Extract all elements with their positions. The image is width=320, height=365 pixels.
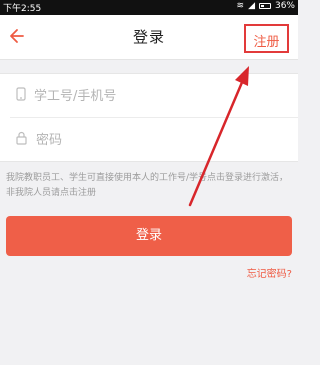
login-button[interactable]: 登录 xyxy=(6,216,292,256)
register-link[interactable]: 注册 xyxy=(246,31,287,50)
status-bar: 下午2:55 ≋ ◢ 36% xyxy=(0,0,298,15)
activation-hint: 我院教职员工、学生可直接使用本人的工作号/学号点击登录进行激活，非我院人员请点击… xyxy=(6,173,289,198)
wifi-icon: ≋ xyxy=(236,1,245,11)
lock-icon xyxy=(16,131,27,149)
status-right: ≋ ◢ 36% xyxy=(237,1,295,11)
forgot-password-link[interactable]: 忘记密码? xyxy=(247,265,292,280)
signal-icon: ◢ xyxy=(248,1,255,11)
password-row[interactable]: 密码 xyxy=(10,117,298,161)
phone-icon xyxy=(16,87,26,105)
account-row[interactable]: 学工号/手机号 xyxy=(0,74,298,117)
battery-icon xyxy=(258,3,271,9)
login-form: 学工号/手机号 密码 xyxy=(0,73,298,162)
battery-percent: 36% xyxy=(274,1,295,11)
password-input[interactable]: 密码 xyxy=(36,129,62,148)
header-bar: 登录 注册 xyxy=(0,15,298,60)
status-time: 下午2:55 xyxy=(3,4,42,14)
account-input[interactable]: 学工号/手机号 xyxy=(34,85,116,104)
register-highlight-box[interactable]: 注册 xyxy=(244,24,289,53)
